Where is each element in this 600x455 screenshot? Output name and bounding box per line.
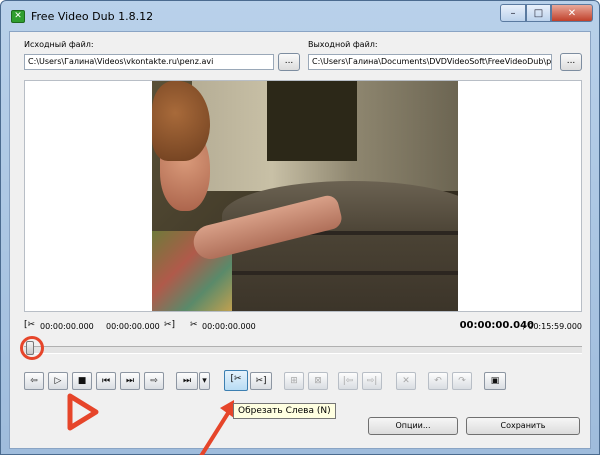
fit-view-button[interactable]: ▣ bbox=[484, 372, 506, 390]
next-scene-dropdown[interactable]: ▾ bbox=[199, 372, 210, 390]
output-file-input[interactable]: C:\Users\Галина\Documents\DVDVideoSoft\F… bbox=[308, 54, 552, 70]
undo-button[interactable]: ↶ bbox=[428, 372, 448, 390]
play-button[interactable]: ▷ bbox=[48, 372, 68, 390]
total-duration-time: / 00:15:59.000 bbox=[523, 322, 582, 331]
title-bar[interactable]: ✕ Free Video Dub 1.8.12 – □ ✕ bbox=[1, 1, 599, 31]
output-file-label: Выходной файл: bbox=[308, 40, 378, 49]
video-frame bbox=[152, 81, 458, 311]
go-end-button[interactable]: ⏭ bbox=[120, 372, 140, 390]
prev-frame-button[interactable]: ⇦ bbox=[24, 372, 44, 390]
window-controls: – □ ✕ bbox=[500, 4, 593, 22]
selection-start-time: 00:00:00.000 bbox=[40, 322, 94, 331]
source-file-input[interactable]: C:\Users\Галина\Videos\vkontakte.ru\penz… bbox=[24, 54, 274, 70]
stop-button[interactable]: ■ bbox=[72, 372, 92, 390]
close-button[interactable]: ✕ bbox=[551, 4, 593, 22]
source-browse-button[interactable]: ... bbox=[278, 53, 300, 71]
time-info-row: [✂ 00:00:00.000 00:00:00.000 ✂] ✂ 00:00:… bbox=[24, 320, 582, 334]
app-icon: ✕ bbox=[11, 10, 25, 23]
selection-end-time: 00:00:00.000 bbox=[106, 322, 160, 331]
cut-left-tooltip: Обрезать Слева (N) bbox=[233, 403, 336, 419]
minimize-button[interactable]: – bbox=[500, 4, 526, 22]
annotation-play-icon bbox=[67, 393, 99, 431]
mark-start-button[interactable]: ⊞ bbox=[284, 372, 304, 390]
source-file-label: Исходный файл: bbox=[24, 40, 94, 49]
selection-next-button[interactable]: ⇨| bbox=[362, 372, 382, 390]
video-barrel-hoop bbox=[222, 271, 458, 275]
delete-selection-button[interactable]: ✕ bbox=[396, 372, 416, 390]
video-preview-area bbox=[24, 80, 582, 312]
selection-start-icon: [✂ bbox=[24, 320, 36, 330]
annotation-arrow-icon bbox=[199, 400, 234, 455]
next-scene-button[interactable]: ⏭ bbox=[176, 372, 198, 390]
video-doorway bbox=[267, 81, 357, 161]
redo-button[interactable]: ↷ bbox=[452, 372, 472, 390]
cut-left-button[interactable]: [✂ bbox=[224, 370, 248, 391]
options-button[interactable]: Опции... bbox=[368, 417, 458, 435]
go-start-button[interactable]: ⏮ bbox=[96, 372, 116, 390]
selection-end-icon: ✂] bbox=[164, 320, 176, 330]
save-button[interactable]: Сохранить bbox=[466, 417, 580, 435]
main-panel: Исходный файл: C:\Users\Галина\Videos\vk… bbox=[9, 31, 591, 455]
mark-end-button[interactable]: ⊠ bbox=[308, 372, 328, 390]
window-title: Free Video Dub 1.8.12 bbox=[31, 10, 154, 23]
seek-bar[interactable] bbox=[24, 346, 582, 354]
maximize-button[interactable]: □ bbox=[526, 4, 551, 22]
selection-length-icon: ✂ bbox=[190, 320, 198, 330]
next-frame-button[interactable]: ⇨ bbox=[144, 372, 164, 390]
selection-length-time: 00:00:00.000 bbox=[202, 322, 256, 331]
selection-prev-button[interactable]: |⇦ bbox=[338, 372, 358, 390]
app-window: ✕ Free Video Dub 1.8.12 – □ ✕ Исходный ф… bbox=[0, 0, 600, 455]
output-browse-button[interactable]: ... bbox=[560, 53, 582, 71]
cut-right-button[interactable]: ✂] bbox=[250, 372, 272, 390]
annotation-circle bbox=[20, 336, 44, 360]
